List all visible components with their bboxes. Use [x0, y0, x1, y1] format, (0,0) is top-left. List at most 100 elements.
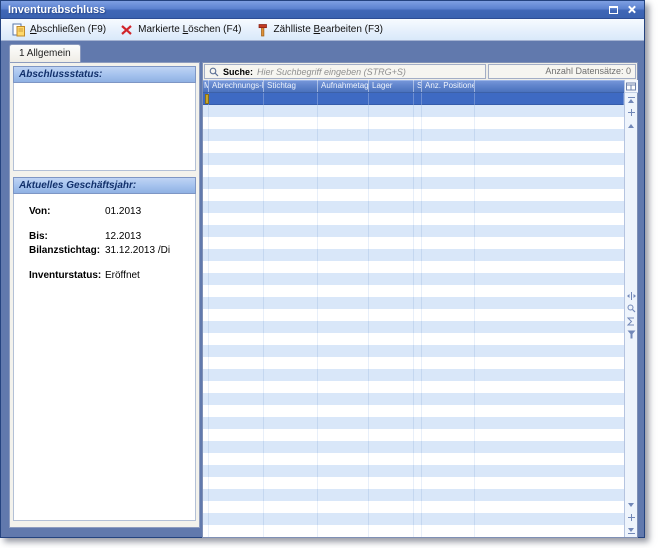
table-cell	[318, 201, 369, 213]
table-row[interactable]	[203, 249, 624, 261]
table-row[interactable]	[203, 285, 624, 297]
column-header-stichtag[interactable]: Stichtag	[264, 80, 318, 92]
tab-allgemein[interactable]: 1 Allgemein	[9, 44, 81, 62]
abschlussstatus-content	[13, 83, 196, 171]
table-row[interactable]	[203, 225, 624, 237]
table-row[interactable]	[203, 297, 624, 309]
scroll-to-bottom-button[interactable]	[625, 524, 638, 537]
table-cell	[422, 153, 475, 165]
column-width-button[interactable]	[625, 289, 638, 302]
table-row[interactable]	[203, 165, 624, 177]
table-cell	[318, 129, 369, 141]
table-cell-filler	[475, 405, 624, 417]
table-row[interactable]	[203, 345, 624, 357]
table-row[interactable]	[203, 273, 624, 285]
table-row[interactable]	[203, 489, 624, 501]
table-cell	[369, 513, 414, 525]
table-cell	[422, 333, 475, 345]
table-cell	[414, 477, 422, 489]
filter-button[interactable]	[625, 328, 638, 341]
table-cell-filler	[475, 321, 624, 333]
table-row[interactable]	[203, 453, 624, 465]
table-row[interactable]	[203, 321, 624, 333]
table-row[interactable]	[203, 129, 624, 141]
table-cell	[414, 297, 422, 309]
table-cell-filler	[475, 381, 624, 393]
table-row[interactable]	[203, 177, 624, 189]
table-cell	[318, 321, 369, 333]
table-row[interactable]	[203, 501, 624, 513]
table-row[interactable]	[203, 201, 624, 213]
table-row[interactable]	[203, 237, 624, 249]
table-cell	[422, 237, 475, 249]
left-panel: Abschlussstatus: Aktuelles Geschäftsjahr…	[9, 62, 200, 528]
scroll-up-button[interactable]	[625, 119, 638, 132]
table-row[interactable]	[203, 309, 624, 321]
column-header-anz-positionen[interactable]: Anz. Positionen	[422, 80, 475, 92]
markierte-loeschen-button[interactable]: Markierte Löschen (F4)	[114, 20, 249, 40]
table-cell	[209, 153, 264, 165]
title-bar[interactable]: Inventurabschluss	[1, 1, 644, 19]
table-row[interactable]	[203, 261, 624, 273]
field-value: 01.2013	[105, 206, 141, 217]
table-row[interactable]	[203, 333, 624, 345]
scroll-down-button[interactable]	[625, 498, 638, 511]
close-window-button[interactable]	[625, 4, 638, 16]
table-row[interactable]	[203, 513, 624, 525]
table-row[interactable]	[203, 465, 624, 477]
table-row[interactable]	[203, 393, 624, 405]
search-input[interactable]: Suche: Hier Suchbegriff eingeben (STRG+S…	[204, 64, 486, 79]
table-cell	[369, 141, 414, 153]
sum-button[interactable]	[625, 315, 638, 328]
table-cell	[414, 153, 422, 165]
column-width-icon	[627, 292, 636, 300]
table-cell	[264, 513, 318, 525]
table-row[interactable]	[203, 141, 624, 153]
table-row[interactable]	[203, 357, 624, 369]
table-cell	[264, 129, 318, 141]
table-cell	[318, 489, 369, 501]
table-row[interactable]	[203, 477, 624, 489]
table-cell	[369, 357, 414, 369]
table-row[interactable]	[203, 405, 624, 417]
table-cell	[422, 309, 475, 321]
column-chooser-button[interactable]	[625, 80, 638, 93]
table-row[interactable]	[203, 381, 624, 393]
grid-rows	[203, 93, 624, 537]
table-cell	[414, 345, 422, 357]
column-header-aufnahmetag[interactable]: Aufnahmetag	[318, 80, 369, 92]
navigate-button[interactable]	[625, 106, 638, 119]
table-row[interactable]	[203, 369, 624, 381]
table-row[interactable]	[203, 105, 624, 117]
grid-search-button[interactable]	[625, 302, 638, 315]
scroll-to-top-button[interactable]	[625, 93, 638, 106]
table-cell	[369, 129, 414, 141]
table-cell	[264, 345, 318, 357]
field-inventurstatus: Inventurstatus: Eröffnet	[14, 268, 195, 282]
table-row[interactable]	[203, 417, 624, 429]
table-row[interactable]	[203, 525, 624, 537]
navigate-button[interactable]	[625, 511, 638, 524]
zaehlliste-bearbeiten-button[interactable]: Zählliste Bearbeiten (F3)	[250, 20, 392, 40]
table-cell	[264, 501, 318, 513]
abschliessen-button[interactable]: Abschließen (F9)	[6, 20, 114, 40]
column-header-abrechnungsnr[interactable]: Abrechnungs-Nr.	[209, 80, 264, 92]
restore-window-button[interactable]	[607, 4, 620, 16]
record-count: Anzahl Datensätze: 0	[488, 64, 636, 79]
column-header-s[interactable]: S	[414, 80, 422, 92]
table-cell	[264, 93, 318, 105]
table-row[interactable]	[203, 441, 624, 453]
column-header-lager[interactable]: Lager	[369, 80, 414, 92]
table-row[interactable]	[203, 93, 624, 105]
table-row[interactable]	[203, 117, 624, 129]
table-row[interactable]	[203, 429, 624, 441]
table-row[interactable]	[203, 189, 624, 201]
table-row[interactable]	[203, 153, 624, 165]
table-cell	[264, 525, 318, 537]
table-cell	[369, 477, 414, 489]
table-cell	[264, 105, 318, 117]
table-row[interactable]	[203, 213, 624, 225]
table-cell	[414, 453, 422, 465]
table-cell	[414, 225, 422, 237]
table-cell	[414, 117, 422, 129]
